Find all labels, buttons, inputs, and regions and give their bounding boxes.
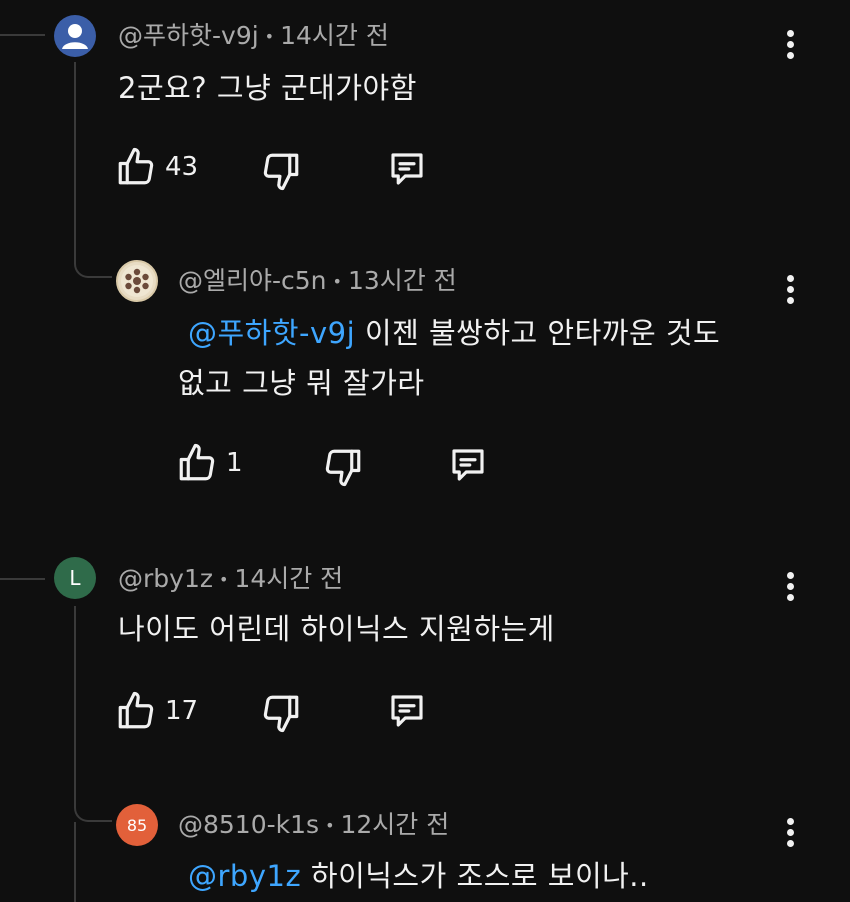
- avatar[interactable]: L: [54, 557, 96, 599]
- thumbs-up-icon: [118, 147, 154, 185]
- more-options-button[interactable]: [785, 275, 795, 304]
- dislike-button[interactable]: [322, 446, 364, 488]
- like-count: 1: [226, 448, 243, 478]
- comment-meta: @엘리야-c5n • 13시간 전: [178, 266, 457, 297]
- comment-meta: @8510-k1s • 12시간 전: [178, 810, 449, 841]
- thread-line: [74, 606, 112, 822]
- comment-meta: @rby1z • 14시간 전: [118, 564, 343, 595]
- meta-separator: •: [332, 272, 342, 291]
- thread-line: [74, 822, 76, 902]
- comment-meta: @푸하핫-v9j • 14시간 전: [118, 21, 389, 52]
- author-name[interactable]: @8510-k1s: [178, 810, 319, 839]
- like-count: 43: [165, 152, 199, 182]
- meta-separator: •: [218, 570, 229, 589]
- person-silhouette-icon: [62, 24, 88, 49]
- thumbs-down-icon: [263, 695, 299, 733]
- like-count: 17: [165, 696, 199, 726]
- reply-icon: [391, 695, 423, 727]
- author-name[interactable]: @푸하핫-v9j: [118, 21, 259, 50]
- reply-button[interactable]: [385, 148, 429, 190]
- avatar[interactable]: [116, 260, 158, 302]
- mention-link[interactable]: @푸하핫-v9j: [188, 316, 355, 350]
- thread-line: [0, 520, 45, 580]
- timestamp[interactable]: 14시간 전: [234, 564, 343, 593]
- thumbs-up-icon: [118, 691, 154, 729]
- comment-text: 나이도 어린데 하이닉스 지원하는게: [118, 612, 555, 646]
- reply-icon: [452, 449, 484, 481]
- thread-line: [0, 0, 45, 36]
- more-options-button[interactable]: [785, 572, 795, 601]
- avatar-letter: L: [69, 566, 81, 590]
- comment-text: @푸하핫-v9j 이젠 불쌍하고 안타까운 것도 없고 그냥 뭐 잘가라: [178, 316, 721, 400]
- comment-text: 2군요? 그냥 군대가야함: [118, 71, 417, 105]
- timestamp[interactable]: 13시간 전: [348, 266, 457, 295]
- avatar[interactable]: 85: [116, 804, 158, 846]
- thumbs-down-icon: [263, 153, 299, 191]
- more-options-button[interactable]: [785, 818, 795, 847]
- like-button[interactable]: 43: [115, 146, 198, 188]
- author-name[interactable]: @rby1z: [118, 564, 213, 593]
- thumbs-down-icon: [325, 449, 361, 487]
- avatar-letter: 85: [126, 815, 148, 835]
- reply-icon: [391, 153, 423, 185]
- meta-separator: •: [264, 27, 275, 46]
- seed-pattern-icon: [121, 265, 153, 297]
- like-button[interactable]: 1: [176, 442, 243, 484]
- timestamp[interactable]: 14시간 전: [280, 21, 389, 50]
- meta-separator: •: [325, 816, 335, 835]
- thumbs-up-icon: [179, 443, 215, 481]
- comment-text: @rby1z 하이닉스가 조스로 보이나..: [188, 859, 649, 893]
- author-name[interactable]: @엘리야-c5n: [178, 266, 327, 295]
- dislike-button[interactable]: [260, 692, 302, 734]
- reply-button[interactable]: [446, 444, 490, 486]
- thread-line: [74, 62, 112, 278]
- mention-link[interactable]: @rby1z: [188, 859, 301, 893]
- dislike-button[interactable]: [260, 150, 302, 192]
- timestamp[interactable]: 12시간 전: [341, 810, 450, 839]
- like-button[interactable]: 17: [115, 690, 198, 732]
- reply-button[interactable]: [385, 690, 429, 732]
- avatar[interactable]: [54, 15, 96, 57]
- more-options-button[interactable]: [785, 30, 795, 59]
